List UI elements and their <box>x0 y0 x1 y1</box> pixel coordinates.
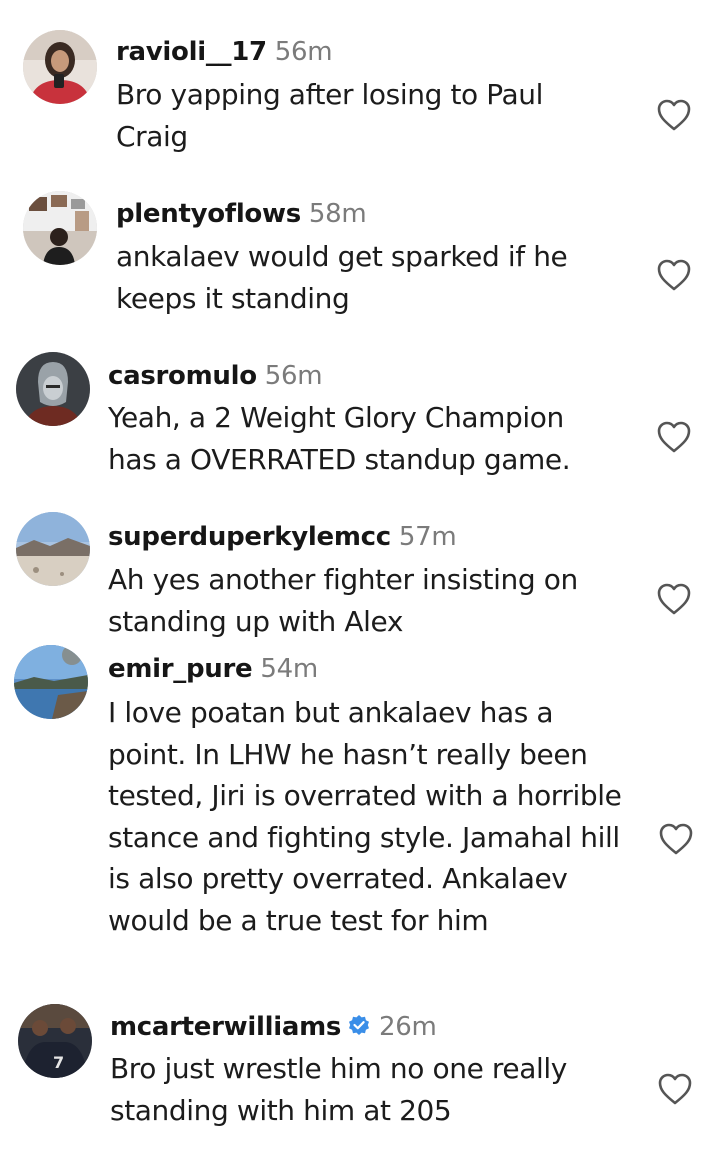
like-heart-icon[interactable] <box>657 1072 693 1106</box>
svg-text:7: 7 <box>53 1053 64 1072</box>
avatar[interactable] <box>16 512 90 586</box>
avatar[interactable] <box>23 191 97 265</box>
username[interactable]: emir_pure <box>108 654 253 684</box>
timestamp: 56m <box>264 361 323 391</box>
username[interactable]: superduperkylemcc <box>108 522 391 552</box>
like-heart-icon[interactable] <box>656 420 692 454</box>
comment-text: ankalaev would get sparked if he keeps i… <box>116 240 568 315</box>
like-heart-icon[interactable] <box>656 98 692 132</box>
like-heart-icon[interactable] <box>656 582 692 616</box>
comment-text: I love poatan but ankalaev has a point. … <box>108 696 622 937</box>
username[interactable]: mcarterwilliams <box>110 1012 341 1042</box>
avatar[interactable]: 7 <box>18 1004 92 1078</box>
timestamp: 58m <box>308 199 367 229</box>
verified-badge-icon <box>347 1014 371 1038</box>
username[interactable]: plentyoflows <box>116 199 301 229</box>
avatar[interactable] <box>14 645 88 719</box>
like-heart-icon[interactable] <box>658 822 694 856</box>
timestamp: 56m <box>274 37 333 67</box>
comment-text: Yeah, a 2 Weight Glory Champion has a OV… <box>108 401 571 476</box>
timestamp: 26m <box>379 1012 437 1042</box>
username[interactable]: ravioli__17 <box>116 37 267 67</box>
timestamp: 54m <box>260 654 318 684</box>
avatar[interactable] <box>16 352 90 426</box>
comment-text: Bro yapping after losing to Paul Craig <box>116 78 543 153</box>
username[interactable]: casromulo <box>108 361 257 391</box>
like-heart-icon[interactable] <box>656 258 692 292</box>
comment-text: Bro just wrestle him no one really stand… <box>110 1052 567 1127</box>
comment-text: Ah yes another fighter insisting on stan… <box>108 563 578 638</box>
timestamp: 57m <box>398 522 457 552</box>
avatar[interactable] <box>23 30 97 104</box>
